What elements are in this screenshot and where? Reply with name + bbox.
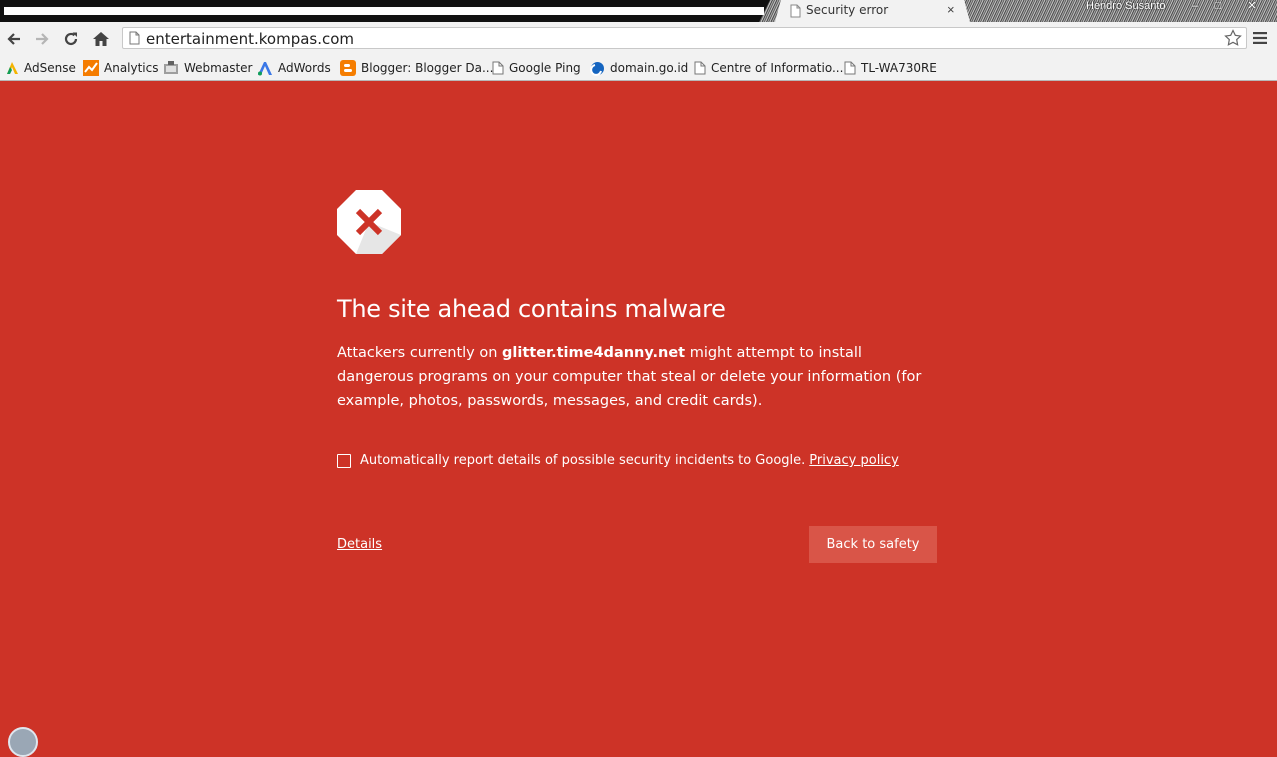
profile-name[interactable]: Hendro Susanto: [1086, 0, 1166, 12]
bookmark-adsense[interactable]: AdSense: [6, 60, 76, 76]
webmaster-icon: [164, 61, 178, 74]
blogger-icon: [340, 60, 356, 76]
bookmark-label: Webmaster: [184, 61, 253, 75]
warning-description: Attackers currently on glitter.time4dann…: [337, 341, 927, 413]
bookmark-centre-of-information[interactable]: Centre of Informatio...: [694, 60, 843, 76]
report-option: Automatically report details of possible…: [337, 453, 899, 468]
bookmark-webmaster[interactable]: Webmaster: [163, 60, 252, 76]
page-icon: [492, 61, 504, 75]
back-icon[interactable]: [3, 28, 25, 50]
description-prefix: Attackers currently on: [337, 345, 503, 361]
tab-close-icon[interactable]: ×: [947, 2, 955, 17]
bookmark-domain-go-id[interactable]: domain.go.id: [590, 60, 688, 76]
stop-icon: [337, 190, 401, 254]
reload-icon[interactable]: [60, 28, 82, 50]
page-icon: [129, 31, 140, 45]
malware-site-name: glitter.time4danny.net: [502, 345, 686, 361]
bookmark-adwords[interactable]: AdWords: [257, 60, 331, 76]
domain-icon: [590, 61, 604, 76]
page-icon: [694, 61, 706, 75]
page-icon: [790, 4, 801, 18]
back-to-safety-button[interactable]: Back to safety: [809, 526, 937, 563]
bookmark-tl-wa730re[interactable]: TL-WA730RE: [844, 60, 937, 76]
tab-title: Security error: [806, 3, 889, 17]
bookmark-blogger[interactable]: Blogger: Blogger Da...: [340, 60, 493, 76]
details-link[interactable]: Details: [337, 537, 382, 552]
adwords-icon: [258, 61, 272, 75]
url-text[interactable]: entertainment.kompas.com: [146, 30, 354, 48]
report-checkbox[interactable]: [337, 453, 351, 468]
bookmark-label: Analytics: [104, 61, 159, 75]
page-title: The site ahead contains malware: [337, 295, 726, 323]
redacted-bar: [4, 7, 764, 15]
tab-security-error[interactable]: Security error ×: [775, 0, 970, 22]
bookmark-label: Centre of Informatio...: [711, 61, 844, 75]
bookmark-label: Google Ping: [509, 61, 581, 75]
menu-icon[interactable]: [1253, 32, 1267, 44]
analytics-icon: [83, 60, 99, 76]
bookmark-label: Blogger: Blogger Da...: [361, 61, 494, 75]
bookmark-analytics[interactable]: Analytics: [83, 60, 159, 76]
bookmark-google-ping[interactable]: Google Ping: [492, 60, 581, 76]
taskbar-start-orb[interactable]: [8, 727, 38, 757]
report-label[interactable]: Automatically report details of possible…: [360, 453, 805, 468]
bookmarks-bar: AdSense Analytics Webmaster AdWords Blog…: [0, 56, 1277, 81]
adsense-icon: [7, 62, 18, 74]
bookmark-label: TL-WA730RE: [861, 61, 937, 75]
browser-toolbar: entertainment.kompas.com: [0, 22, 1277, 56]
maximize-icon[interactable]: □: [1209, 0, 1227, 14]
bookmark-label: AdWords: [278, 61, 331, 75]
window-title-bar: Security error × Hendro Susanto – □ ✕: [0, 0, 1277, 22]
malware-warning-page: The site ahead contains malware Attacker…: [0, 81, 1277, 757]
window-close-icon[interactable]: ✕: [1243, 0, 1261, 14]
forward-icon[interactable]: [31, 28, 53, 50]
bookmark-star-icon[interactable]: [1224, 29, 1242, 47]
privacy-policy-link[interactable]: Privacy policy: [809, 453, 898, 468]
bookmark-label: domain.go.id: [610, 61, 689, 75]
home-icon[interactable]: [90, 28, 112, 50]
minimize-icon[interactable]: –: [1186, 0, 1204, 14]
bookmark-label: AdSense: [24, 61, 76, 75]
page-icon: [844, 61, 856, 75]
address-bar[interactable]: entertainment.kompas.com: [122, 27, 1247, 49]
